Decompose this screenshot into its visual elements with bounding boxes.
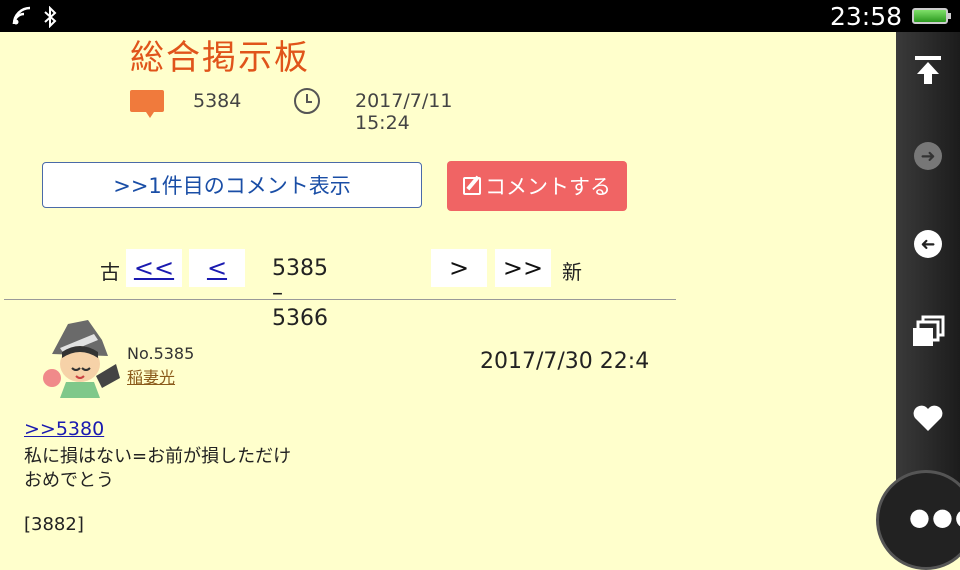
- last-page-label: >>: [502, 254, 544, 282]
- more-icon: ●●●: [909, 503, 960, 531]
- pencil-icon: [463, 177, 481, 195]
- comment-count: 5384: [193, 90, 242, 112]
- wifi-icon: [12, 6, 34, 30]
- thread-date: 2017/7/11 15:24: [355, 90, 453, 134]
- newer-label: 新: [562, 260, 582, 284]
- back-icon: ➜: [914, 230, 942, 258]
- tabs-icon: [913, 315, 945, 346]
- next-page-label: >: [448, 254, 470, 282]
- back-button[interactable]: ➜: [896, 216, 960, 272]
- battery-icon: [912, 8, 951, 24]
- status-time: 23:58: [829, 2, 902, 31]
- post-author-link[interactable]: 稲妻光: [127, 364, 175, 388]
- first-page-button[interactable]: <<: [126, 249, 182, 287]
- last-page-button[interactable]: >>: [495, 249, 551, 287]
- prev-page-button[interactable]: <: [189, 249, 245, 287]
- tabs-button[interactable]: [896, 304, 960, 360]
- post-id-tag: [3882]: [24, 514, 84, 535]
- post-body-line: 私に損はない=お前が損しただけ: [24, 446, 292, 467]
- reply-anchor-link[interactable]: >>5380: [24, 418, 104, 440]
- page-content: 総合掲示板 5384 2017/7/11 15:24 >>1件目のコメント表示 …: [0, 32, 896, 544]
- more-options-button[interactable]: ●●●: [876, 470, 960, 570]
- comment-count-icon: [130, 90, 164, 118]
- bluetooth-icon: [42, 5, 58, 32]
- post-number: No.5385: [127, 344, 195, 363]
- forward-icon: ➜: [914, 142, 942, 170]
- browser-sidebar: ➜ ➜: [896, 32, 960, 544]
- first-page-link[interactable]: <<: [134, 254, 174, 282]
- status-bar: 23:58: [0, 0, 960, 32]
- post-body-line: おめでとう: [24, 470, 114, 491]
- older-label: 古: [100, 260, 120, 284]
- page-title: 総合掲示板: [130, 38, 310, 78]
- favorites-button[interactable]: [896, 390, 960, 446]
- show-first-comment-button[interactable]: >>1件目のコメント表示: [42, 162, 422, 208]
- divider: [4, 299, 676, 300]
- favorite-icon: [913, 405, 943, 431]
- clock-icon: [294, 88, 320, 114]
- user-avatar: [38, 318, 124, 398]
- write-comment-button[interactable]: コメントする: [447, 161, 627, 211]
- prev-page-link[interactable]: <: [207, 254, 227, 282]
- forward-button[interactable]: ➜: [896, 128, 960, 184]
- scroll-top-icon: [915, 56, 941, 84]
- page-range: 5385 – 5366: [272, 256, 328, 331]
- post-date: 2017/7/30 22:4: [480, 349, 650, 374]
- next-page-button[interactable]: >: [431, 249, 487, 287]
- scroll-top-button[interactable]: [896, 42, 960, 98]
- write-comment-label: コメントする: [485, 175, 611, 199]
